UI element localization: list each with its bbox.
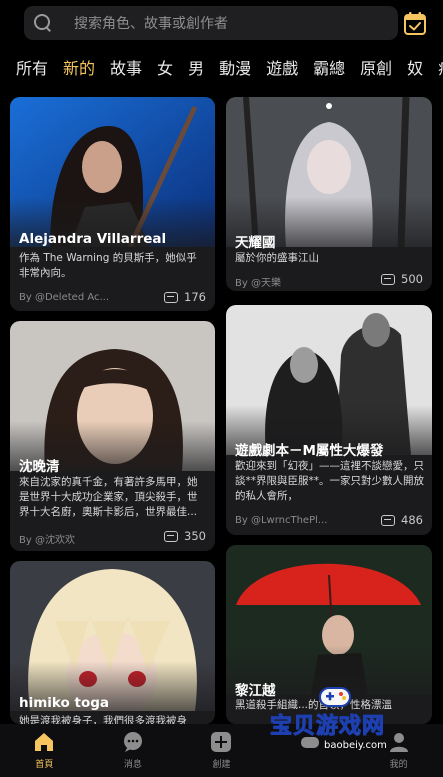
- message-icon: [123, 732, 142, 752]
- chat-icon: [381, 273, 396, 285]
- home-icon: [35, 733, 54, 751]
- chat-count: 350: [164, 529, 206, 543]
- tab-all[interactable]: 所有: [16, 55, 48, 79]
- tab-game[interactable]: 遊戲: [266, 55, 298, 79]
- watermark-url: baobeiy.com: [324, 740, 387, 751]
- card-description: 來自沈家的真千金，有著許多馬甲，她是世界十大成功企業家，頂尖殺手，世界十大名廚，…: [19, 476, 198, 518]
- watermark-text: 宝贝游戏网: [269, 714, 386, 740]
- card-author: By @天樂: [235, 278, 281, 289]
- card-author: By @LwrncThePl...: [235, 515, 328, 526]
- character-card[interactable]: himiko toga 她是渡我被身子，我們很多渡我被身: [10, 561, 215, 724]
- nav-label: 消息: [123, 760, 142, 770]
- character-card[interactable]: 天耀國 屬於你的盛事江山 By @天樂 500: [226, 97, 432, 291]
- chat-count-value: 350: [184, 529, 206, 543]
- card-author: By @Deleted Ac...: [19, 292, 110, 303]
- chat-count-value: 500: [401, 272, 423, 286]
- nav-messages[interactable]: 消息: [89, 724, 178, 777]
- card-description: 她是渡我被身子，我們很多渡我被身: [19, 715, 187, 724]
- tab-story[interactable]: 故事: [110, 55, 142, 79]
- card-title: 沈晚清: [19, 459, 60, 475]
- nav-label: 首頁: [35, 760, 54, 770]
- chat-icon: [164, 291, 179, 303]
- card-title: himiko toga: [19, 695, 110, 711]
- card-title: Alejandra Villarreal: [19, 231, 167, 247]
- create-icon: [211, 732, 232, 752]
- card-title: 天耀國: [235, 235, 276, 251]
- card-description: 作為 The Warning 的貝斯手，她似乎非常內向。: [19, 252, 197, 279]
- tab-male[interactable]: 男: [188, 55, 204, 79]
- tab-yandere[interactable]: 病嬌: [438, 55, 443, 79]
- tab-ceo[interactable]: 霸總: [313, 55, 345, 79]
- nav-label: 創建: [212, 760, 231, 770]
- gamepad-icon: [319, 687, 351, 707]
- search-bar[interactable]: 搜索角色、故事或創作者: [24, 6, 398, 40]
- calendar-icon[interactable]: [404, 11, 426, 35]
- tab-original[interactable]: 原創: [360, 55, 392, 79]
- nav-home[interactable]: 首頁: [0, 724, 89, 777]
- chat-count: 486: [381, 513, 423, 527]
- tab-anime[interactable]: 動漫: [219, 55, 251, 79]
- chat-icon: [381, 514, 396, 526]
- chat-icon: [164, 530, 179, 542]
- search-icon: [34, 14, 52, 32]
- card-title: 遊戲劇本－M屬性大爆發: [235, 443, 384, 459]
- character-card[interactable]: 沈晚清 來自沈家的真千金，有著許多馬甲，她是世界十大成功企業家，頂尖殺手，世界十…: [10, 321, 215, 551]
- tab-slave[interactable]: 奴: [407, 55, 423, 79]
- chat-count-value: 176: [184, 290, 206, 304]
- chat-count: 500: [381, 272, 423, 286]
- card-author: By @沈欢欢: [19, 535, 75, 546]
- watermark: 宝贝游戏网 baobeiy.com: [262, 680, 422, 760]
- character-card[interactable]: 遊戲劇本－M屬性大爆發 歡迎來到「幻夜」——這裡不談戀愛，只談**界限與臣服**…: [226, 305, 432, 535]
- chat-count: 176: [164, 290, 206, 304]
- card-description: 歡迎來到「幻夜」——這裡不談戀愛，只談**界限與臣服**。一家只對少數人開放的私…: [235, 460, 424, 502]
- character-card[interactable]: Alejandra Villarreal 作為 The Warning 的貝斯手…: [10, 97, 215, 311]
- card-description: 屬於你的盛事江山: [235, 252, 319, 264]
- chat-count-value: 486: [401, 513, 423, 527]
- search-input[interactable]: 搜索角色、故事或創作者: [74, 13, 228, 33]
- category-tabs: 所有 新的 故事 女 男 動漫 遊戲 霸總 原創 奴 病嬌: [0, 54, 443, 80]
- tab-new[interactable]: 新的: [63, 55, 95, 79]
- nav-create[interactable]: 創建: [177, 724, 266, 777]
- tab-female[interactable]: 女: [157, 55, 173, 79]
